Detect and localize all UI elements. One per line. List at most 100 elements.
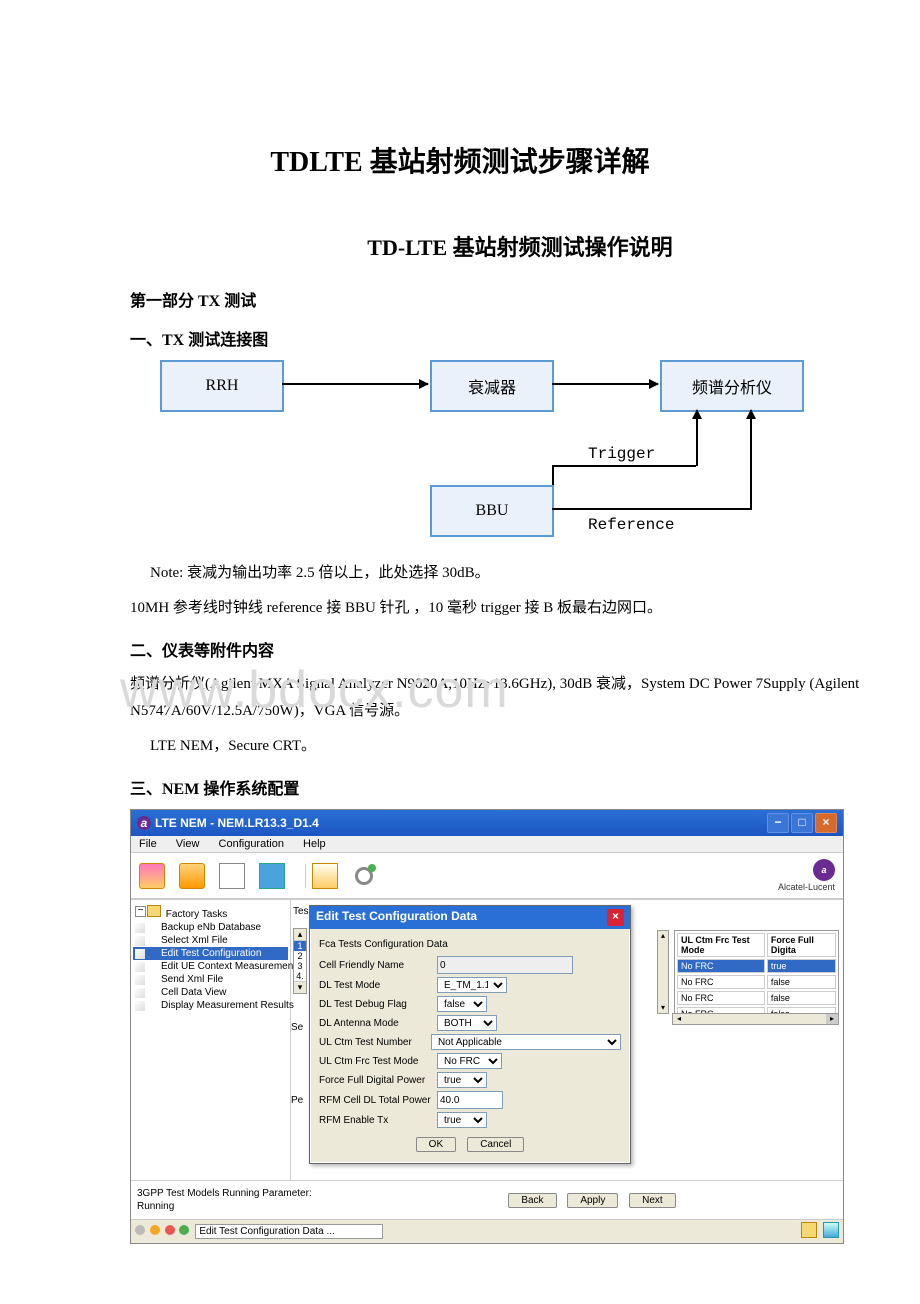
bg-config-table[interactable]: UL Ctm Frc Test Mode Force Full Digita N…	[674, 930, 839, 1024]
dialog-close-icon[interactable]: ×	[607, 909, 624, 926]
node-bbu: BBU	[430, 485, 554, 537]
tree-item-4[interactable]: Send Xml File	[133, 973, 288, 986]
line-bbu-trigger-h	[552, 465, 696, 467]
maximize-button[interactable]: □	[791, 813, 813, 833]
tree-item-2[interactable]: Edit Test Configuration	[133, 947, 288, 960]
minimize-button[interactable]: −	[767, 813, 789, 833]
field-ul-frc: UL Ctm Frc Test Mode No FRC	[319, 1053, 621, 1069]
software-list: LTE NEM，Secure CRT。	[150, 733, 860, 760]
toolbar-icon-2[interactable]	[179, 863, 205, 889]
section-2-heading: 二、仪表等附件内容	[130, 637, 860, 661]
input-cell-friendly[interactable]	[437, 956, 573, 974]
app-icon: a	[137, 816, 151, 830]
toolbar-icon-1[interactable]	[139, 863, 165, 889]
back-button[interactable]: Back	[508, 1193, 556, 1208]
toolbar-icon-gear[interactable]	[352, 864, 376, 888]
truncated-label-test: Tes	[293, 906, 309, 917]
field-rfm-enable: RFM Enable Tx true	[319, 1112, 621, 1128]
doc-title-sub: TD-LTE 基站射频测试操作说明	[180, 230, 860, 262]
label-dl-antenna: DL Antenna Mode	[319, 1018, 437, 1029]
tree-item-6[interactable]: Display Measurement Results	[133, 999, 288, 1012]
dialog-cancel-button[interactable]: Cancel	[467, 1137, 524, 1152]
select-dl-antenna[interactable]: BOTH	[437, 1015, 497, 1031]
arrow-trigger-up	[696, 410, 698, 466]
side-scroll-up-icon[interactable]: ▴	[294, 929, 306, 941]
dialog-group-label: Fca Tests Configuration Data	[319, 939, 621, 950]
menu-bar[interactable]: File View Configuration Help	[131, 836, 843, 853]
status-dot-1	[135, 1225, 145, 1235]
menu-configuration[interactable]: Configuration	[219, 838, 284, 850]
label-ul-frc: UL Ctm Frc Test Mode	[319, 1056, 437, 1067]
equipment-list: 频谱分析仪(Agilent MXA Signal Analyzer N9020A…	[130, 671, 860, 725]
bg-row-2[interactable]: No FRCfalse	[677, 991, 836, 1005]
side-scroll-down-icon[interactable]: ▾	[294, 981, 306, 993]
select-force-full[interactable]: true	[437, 1072, 487, 1088]
tree-item-5[interactable]: Cell Data View	[133, 986, 288, 999]
window-title: LTE NEM - NEM.LR13.3_D1.4	[155, 816, 319, 830]
line-bbu-ref-h	[552, 508, 752, 510]
brand-icon: a	[813, 859, 835, 881]
menu-file[interactable]: File	[139, 838, 157, 850]
nem-app-window: a LTE NEM - NEM.LR13.3_D1.4 − □ × File V…	[130, 809, 844, 1244]
dialog-ok-button[interactable]: OK	[416, 1137, 456, 1152]
field-dl-antenna: DL Antenna Mode BOTH	[319, 1015, 621, 1031]
running-param-label: 3GPP Test Models Running Parameter:	[137, 1187, 347, 1200]
bg-table-vscroll[interactable]: ▴ ▾	[657, 930, 669, 1014]
dialog-title: Edit Test Configuration Data	[316, 909, 477, 926]
status-icon-flag[interactable]	[823, 1222, 839, 1238]
close-button[interactable]: ×	[815, 813, 837, 833]
tree-root-label: Factory Tasks	[166, 909, 228, 920]
tree-item-1[interactable]: Select Xml File	[133, 934, 288, 947]
select-dl-debug[interactable]: false	[437, 996, 487, 1012]
toolbar-icon-3[interactable]	[219, 863, 245, 889]
node-rrh: RRH	[160, 360, 284, 412]
label-rfm-enable: RFM Enable Tx	[319, 1115, 437, 1126]
label-dl-test-mode: DL Test Mode	[319, 980, 437, 991]
toolbar-icon-5[interactable]	[312, 863, 338, 889]
side-number-list: ▴ 1 2 3 4. ▾	[293, 928, 307, 994]
status-icon-doc[interactable]	[801, 1222, 817, 1238]
input-rfm-total[interactable]	[437, 1091, 503, 1109]
bg-table-hscroll[interactable]: ◂ ▸	[672, 1013, 839, 1025]
label-dl-debug: DL Test Debug Flag	[319, 999, 437, 1010]
select-dl-test-mode[interactable]: E_TM_1.1	[437, 977, 507, 993]
select-ul-ctm-num[interactable]: Not Applicable	[431, 1034, 621, 1050]
select-ul-frc[interactable]: No FRC	[437, 1053, 502, 1069]
toolbar: a Alcatel-Lucent	[131, 853, 843, 899]
node-spectrum-analyzer: 频谱分析仪	[660, 360, 804, 412]
label-force-full: Force Full Digital Power	[319, 1075, 437, 1086]
arrow-rrh-to-att	[282, 383, 428, 385]
side-num-2[interactable]: 2	[294, 951, 306, 961]
label-reference: Reference	[588, 516, 674, 534]
nav-tree[interactable]: Factory Tasks Backup eNb DatabaseSelect …	[131, 900, 291, 1180]
side-num-3[interactable]: 3	[294, 961, 306, 971]
apply-button[interactable]: Apply	[567, 1193, 618, 1208]
section-1-heading: 一、TX 测试连接图	[130, 326, 860, 350]
status-text[interactable]	[195, 1224, 383, 1239]
field-ul-ctm-num: UL Ctm Test Number Not Applicable	[319, 1034, 621, 1050]
tx-connection-diagram: RRH 衰减器 频谱分析仪 BBU Trigger Reference	[160, 360, 840, 550]
bg-row-0[interactable]: No FRCtrue	[677, 959, 836, 973]
select-rfm-enable[interactable]: true	[437, 1112, 487, 1128]
next-button[interactable]: Next	[629, 1193, 676, 1208]
status-dot-2	[150, 1225, 160, 1235]
toolbar-separator	[305, 864, 306, 888]
folder-icon	[147, 905, 161, 917]
edit-config-dialog: Edit Test Configuration Data × Fca Tests…	[309, 905, 631, 1164]
label-ul-ctm-num: UL Ctm Test Number	[319, 1037, 431, 1048]
dialog-titlebar[interactable]: Edit Test Configuration Data ×	[310, 906, 630, 929]
bg-col-force: Force Full Digita	[767, 933, 836, 957]
side-num-4[interactable]: 4.	[294, 971, 306, 981]
doc-title-main: TDLTE 基站射频测试步骤详解	[60, 140, 860, 180]
status-dot-3	[165, 1225, 175, 1235]
tree-root[interactable]: Factory Tasks	[133, 904, 288, 921]
toolbar-icon-4[interactable]	[259, 863, 285, 889]
menu-view[interactable]: View	[176, 838, 200, 850]
side-num-1[interactable]: 1	[294, 941, 306, 951]
tree-item-3[interactable]: Edit UE Context Measurement	[133, 960, 288, 973]
truncated-label-se: Se	[291, 1022, 303, 1033]
tree-item-0[interactable]: Backup eNb Database	[133, 921, 288, 934]
menu-help[interactable]: Help	[303, 838, 326, 850]
bg-row-1[interactable]: No FRCfalse	[677, 975, 836, 989]
window-titlebar[interactable]: a LTE NEM - NEM.LR13.3_D1.4 − □ ×	[131, 810, 843, 836]
